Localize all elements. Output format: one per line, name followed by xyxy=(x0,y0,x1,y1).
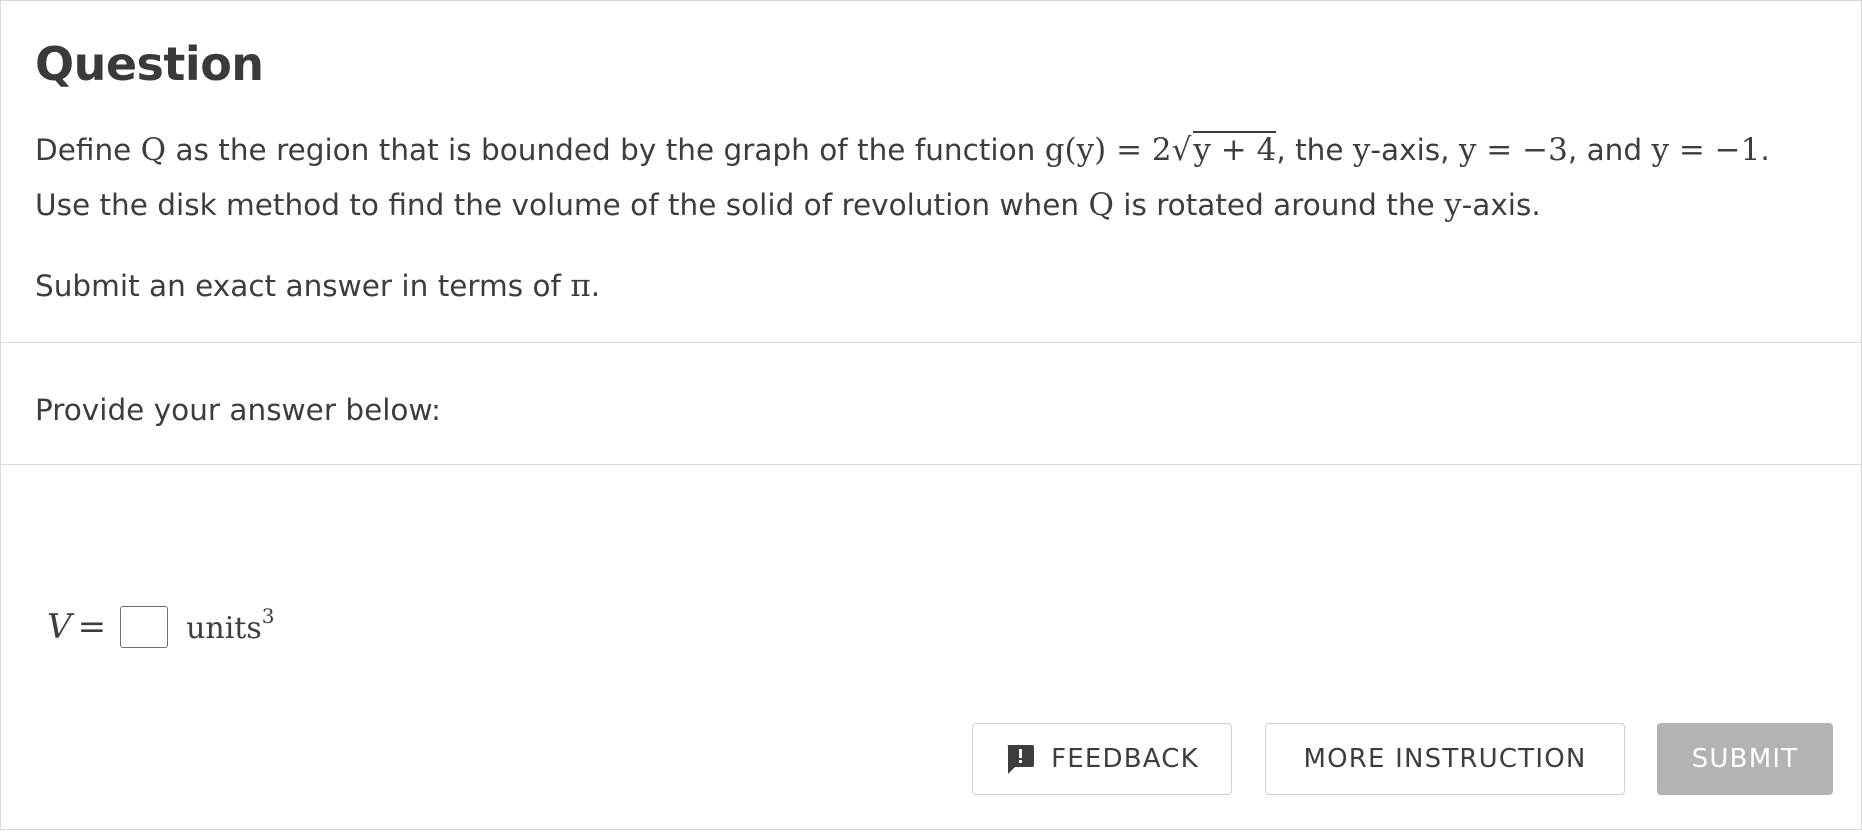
question-text-line-3: Submit an exact answer in terms of π. xyxy=(35,268,600,304)
math-region-q: Q xyxy=(1088,187,1114,223)
math-sqrt-radicand: y + 4 xyxy=(1193,131,1277,168)
feedback-speech-bubble-icon xyxy=(1007,745,1035,774)
text-span: -axis. xyxy=(1461,188,1541,222)
answer-row: V = units3 xyxy=(47,601,275,653)
text-span: as the region that is bounded by the gra… xyxy=(166,133,1045,167)
question-text-line-1: Define Q as the region that is bounded b… xyxy=(35,131,1770,168)
more-instruction-button[interactable]: MORE INSTRUCTION xyxy=(1265,723,1625,795)
math-pi: π xyxy=(570,268,591,304)
text-span: , the xyxy=(1276,133,1353,167)
text-span: Define xyxy=(35,133,141,167)
math-y-bound-lower: y = −3 xyxy=(1458,132,1568,168)
volume-answer-input[interactable] xyxy=(120,606,169,648)
math-y-var: y xyxy=(1444,187,1462,223)
question-title: Question xyxy=(35,37,264,91)
units-text: units xyxy=(186,611,262,646)
submit-button-label: SUBMIT xyxy=(1691,744,1799,774)
math-region-q: Q xyxy=(140,132,167,168)
text-span: . xyxy=(590,269,601,303)
question-section: Question Define Q as the region that is … xyxy=(1,1,1861,343)
feedback-button[interactable]: FEEDBACK xyxy=(972,723,1232,795)
equals-sign: = xyxy=(77,607,107,647)
math-function-prefix: g(y) = 2√ xyxy=(1044,132,1192,168)
text-span: , and xyxy=(1567,133,1652,167)
more-instruction-button-label: MORE INSTRUCTION xyxy=(1303,744,1587,774)
text-span: Use the disk method to find the volume o… xyxy=(35,188,1089,222)
math-y-var: y xyxy=(1352,132,1371,168)
units-label: units3 xyxy=(186,604,274,646)
submit-button[interactable]: SUBMIT xyxy=(1657,723,1833,795)
feedback-button-label: FEEDBACK xyxy=(1051,744,1199,774)
text-span: -axis, xyxy=(1370,133,1459,167)
answer-prompt-label: Provide your answer below: xyxy=(35,393,441,427)
math-y-bound-upper: y = −1 xyxy=(1651,132,1761,168)
volume-variable-label: V xyxy=(47,607,72,647)
text-span: is rotated around the xyxy=(1113,188,1445,222)
question-text-line-2: Use the disk method to find the volume o… xyxy=(35,187,1541,223)
text-span: Submit an exact answer in terms of xyxy=(35,269,571,303)
units-exponent: 3 xyxy=(261,604,275,628)
text-span: . xyxy=(1760,133,1770,167)
question-card: Question Define Q as the region that is … xyxy=(0,0,1862,830)
answer-header-section: Provide your answer below: xyxy=(1,344,1861,465)
